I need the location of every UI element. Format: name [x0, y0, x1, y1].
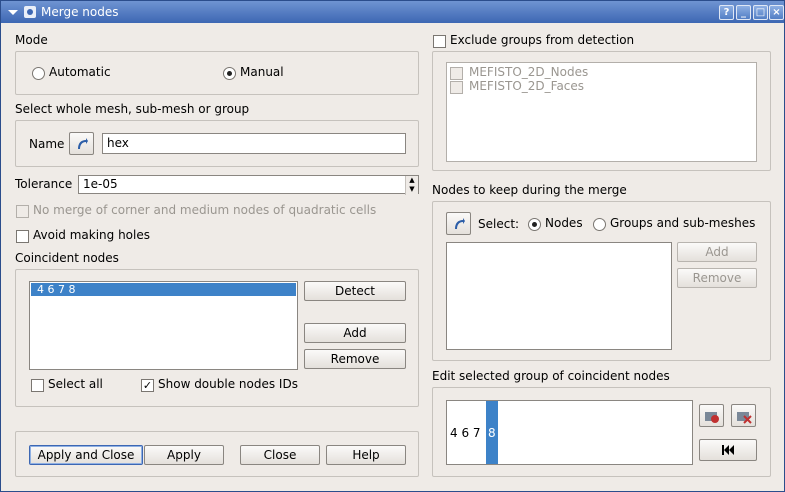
- coincident-group: 4 6 7 8 Detect Add Remove Select all ✓ S…: [15, 269, 419, 407]
- tolerance-spinbox[interactable]: 1e-05 ▲ ▼: [78, 175, 419, 195]
- avoid-holes-label: Avoid making holes: [33, 228, 150, 242]
- mode-title: Mode: [15, 33, 48, 47]
- exclude-group: MEFISTO_2D_Nodes MEFISTO_2D_Faces: [432, 51, 771, 171]
- automatic-label: Automatic: [49, 65, 111, 79]
- coincident-title: Coincident nodes: [15, 251, 119, 265]
- button-bar: Apply and Close Apply Close Help: [15, 431, 419, 477]
- edit-group-list[interactable]: 4 6 7 8: [446, 400, 693, 465]
- minimize-button[interactable]: _: [736, 5, 751, 20]
- window-title: Merge nodes: [41, 5, 119, 19]
- keep-remove-button[interactable]: Remove: [677, 268, 757, 288]
- skip-first-icon: [722, 445, 734, 455]
- edit-group-nodes: 4 6 7: [450, 426, 481, 440]
- keep-select-button[interactable]: [446, 212, 471, 235]
- edit-group-selected-node[interactable]: 8: [486, 401, 498, 464]
- app-icon: [24, 6, 36, 18]
- exclude-groups-checkbox[interactable]: [433, 35, 446, 48]
- avoid-holes-checkbox[interactable]: [16, 230, 29, 243]
- select-all-checkbox[interactable]: [31, 379, 44, 392]
- detect-button[interactable]: Detect: [304, 281, 406, 301]
- name-field[interactable]: hex: [102, 133, 406, 154]
- keep-nodes-label: Nodes: [545, 216, 583, 230]
- set-main-node-icon: [737, 412, 752, 424]
- selection-arrow-icon: [78, 138, 88, 149]
- group-item-checkbox[interactable]: [450, 81, 463, 94]
- select-mesh-button[interactable]: [69, 132, 94, 155]
- keep-nodes-group: Select: Nodes Groups and sub-meshes Add …: [432, 201, 771, 361]
- select-mesh-title: Select whole mesh, sub-mesh or group: [15, 102, 250, 116]
- apply-button[interactable]: Apply: [144, 445, 224, 465]
- keep-select-label: Select:: [478, 217, 520, 231]
- help-title-button[interactable]: ?: [719, 5, 734, 20]
- keep-groups-radio[interactable]: [593, 218, 606, 231]
- add-coincident-button[interactable]: Add: [304, 323, 406, 343]
- no-merge-corner-checkbox[interactable]: [16, 205, 29, 218]
- manual-radio[interactable]: [223, 67, 236, 80]
- edit-group-title: Edit selected group of coincident nodes: [432, 369, 670, 383]
- help-button[interactable]: Help: [326, 445, 406, 465]
- exclude-groups-list[interactable]: MEFISTO_2D_Nodes MEFISTO_2D_Faces: [446, 62, 757, 162]
- window-menu-icon[interactable]: [6, 5, 20, 19]
- select-mesh-group: Name hex: [15, 120, 419, 167]
- remove-node-icon: [705, 412, 719, 423]
- no-merge-corner-label: No merge of corner and medium nodes of q…: [33, 203, 377, 217]
- title-bar: Merge nodes ? _ □ ×: [1, 1, 784, 23]
- set-as-main-button[interactable]: [731, 404, 756, 427]
- coincident-list-item[interactable]: 4 6 7 8: [31, 283, 296, 296]
- tolerance-label: Tolerance: [15, 177, 73, 191]
- remove-coincident-button[interactable]: Remove: [304, 349, 406, 369]
- name-label: Name: [29, 137, 65, 151]
- manual-label: Manual: [240, 65, 284, 79]
- close-button[interactable]: Close: [240, 445, 320, 465]
- merge-nodes-dialog: Merge nodes ? _ □ × Mode Automatic Manua…: [0, 0, 785, 492]
- automatic-radio[interactable]: [32, 67, 45, 80]
- group-item-checkbox[interactable]: [450, 67, 463, 80]
- keep-nodes-radio[interactable]: [528, 218, 541, 231]
- first-node-button[interactable]: [699, 439, 757, 461]
- spin-arrows-icon[interactable]: ▲ ▼: [405, 176, 418, 195]
- maximize-button[interactable]: □: [753, 5, 768, 20]
- tolerance-value: 1e-05: [83, 177, 118, 191]
- keep-nodes-list[interactable]: [446, 242, 672, 350]
- close-window-button[interactable]: ×: [769, 5, 784, 20]
- exclude-groups-label: Exclude groups from detection: [450, 33, 635, 47]
- mode-group: Automatic Manual: [15, 51, 419, 95]
- group-item-label: MEFISTO_2D_Nodes: [469, 65, 589, 79]
- remove-node-button[interactable]: [699, 404, 724, 427]
- select-all-label: Select all: [48, 377, 103, 391]
- coincident-list[interactable]: 4 6 7 8: [29, 281, 298, 370]
- keep-nodes-title: Nodes to keep during the merge: [432, 183, 627, 197]
- apply-and-close-button[interactable]: Apply and Close: [29, 445, 143, 465]
- show-ids-checkbox[interactable]: ✓: [141, 379, 154, 392]
- selection-arrow-icon: [455, 218, 465, 229]
- keep-add-button[interactable]: Add: [677, 242, 757, 262]
- show-ids-label: Show double nodes IDs: [158, 377, 298, 391]
- keep-groups-label: Groups and sub-meshes: [610, 216, 756, 230]
- group-item-label: MEFISTO_2D_Faces: [469, 79, 585, 93]
- edit-group-box: 4 6 7 8: [432, 387, 771, 477]
